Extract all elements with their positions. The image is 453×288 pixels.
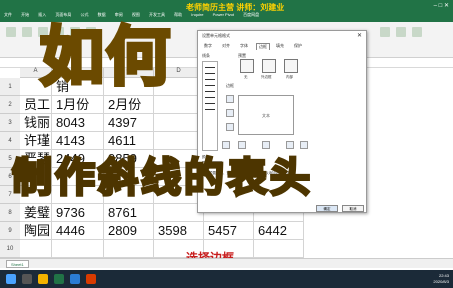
preset-none-button[interactable] bbox=[240, 59, 254, 73]
preset-outline-button[interactable] bbox=[262, 59, 276, 73]
window-controls[interactable]: – □ ✕ bbox=[434, 2, 449, 9]
table-cell[interactable]: 8761 bbox=[104, 204, 154, 222]
tab-number[interactable]: 数字 bbox=[202, 43, 214, 50]
preset-inside-label: 内部 bbox=[286, 75, 293, 79]
ribbon-tab[interactable]: 文件 bbox=[4, 12, 12, 18]
row-header[interactable]: 10 bbox=[0, 240, 20, 258]
table-cell[interactable] bbox=[52, 240, 104, 258]
tab-protection[interactable]: 保护 bbox=[292, 43, 304, 50]
font-icon[interactable] bbox=[22, 27, 32, 37]
table-cell[interactable]: 钱丽 bbox=[20, 114, 52, 132]
folder-icon[interactable] bbox=[38, 274, 48, 284]
clock-date: 2020/8/3 bbox=[433, 279, 449, 284]
table-cell[interactable]: 6442 bbox=[254, 222, 304, 240]
table-cell[interactable]: 4143 bbox=[52, 132, 104, 150]
search-icon[interactable] bbox=[22, 274, 32, 284]
table-cell[interactable]: 姜璧 bbox=[20, 204, 52, 222]
paste-icon[interactable] bbox=[6, 27, 16, 37]
table-cell[interactable]: 5457 bbox=[204, 222, 254, 240]
border-middle-button[interactable] bbox=[226, 109, 234, 117]
border-center-button[interactable] bbox=[262, 141, 270, 149]
border-diagonal-up-button[interactable] bbox=[222, 141, 230, 149]
dialog-title: 设置单元格格式 bbox=[202, 33, 230, 38]
ribbon-tab[interactable]: Power Pivot bbox=[213, 12, 234, 17]
tab-fill[interactable]: 填充 bbox=[274, 43, 286, 50]
table-cell[interactable]: 陶园 bbox=[20, 222, 52, 240]
cancel-button[interactable]: 取消 bbox=[342, 205, 364, 212]
preset-none-label: 无 bbox=[244, 75, 248, 79]
clock: 22:43 2020/8/3 bbox=[433, 273, 449, 285]
border-diagonal-down-button[interactable] bbox=[300, 141, 308, 149]
table-cell[interactable]: 4397 bbox=[104, 114, 154, 132]
table-cell[interactable]: 4611 bbox=[104, 132, 154, 150]
table-cell[interactable]: 3598 bbox=[154, 222, 204, 240]
excel-icon[interactable] bbox=[54, 274, 64, 284]
taskbar: 22:43 2020/8/3 bbox=[0, 270, 453, 288]
sum-icon[interactable] bbox=[412, 27, 422, 37]
border-preview[interactable]: 文本 bbox=[238, 95, 294, 135]
ribbon-tab[interactable]: 帮助 bbox=[174, 12, 182, 18]
line-label: 线条 bbox=[202, 53, 210, 58]
table-cell[interactable] bbox=[20, 240, 52, 258]
tab-font[interactable]: 字体 bbox=[238, 43, 250, 50]
border-right-button[interactable] bbox=[286, 141, 294, 149]
ribbon-tab[interactable]: 插入 bbox=[38, 12, 46, 18]
table-cell[interactable]: 2809 bbox=[104, 222, 154, 240]
table-cell[interactable]: 许瑾 bbox=[20, 132, 52, 150]
row-header[interactable]: 4 bbox=[0, 132, 20, 150]
table-cell[interactable]: 2月份 bbox=[104, 96, 154, 114]
border-label: 边框 bbox=[226, 83, 234, 88]
find-icon[interactable] bbox=[396, 27, 406, 37]
ribbon-tab[interactable]: Inquire bbox=[191, 12, 203, 17]
table-cell[interactable]: 1月份 bbox=[52, 96, 104, 114]
border-top-button[interactable] bbox=[226, 95, 234, 103]
row-header[interactable]: 1 bbox=[0, 78, 20, 96]
table-cell[interactable]: 4446 bbox=[52, 222, 104, 240]
table-cell[interactable] bbox=[254, 240, 304, 258]
row-header[interactable]: 2 bbox=[0, 96, 20, 114]
tab-alignment[interactable]: 对齐 bbox=[220, 43, 232, 50]
overlay-subtitle: 制作斜线的表头 bbox=[11, 155, 313, 202]
overlay-big-title: 如何 bbox=[38, 21, 172, 93]
table-cell[interactable]: 员工 bbox=[20, 96, 52, 114]
border-left-button[interactable] bbox=[238, 141, 246, 149]
start-icon[interactable] bbox=[6, 274, 16, 284]
sort-icon[interactable] bbox=[380, 27, 390, 37]
row-header[interactable]: 8 bbox=[0, 204, 20, 222]
preset-outline-label: 外边框 bbox=[261, 75, 272, 79]
preset-inside-button[interactable] bbox=[284, 59, 298, 73]
table-cell[interactable] bbox=[104, 240, 154, 258]
ribbon-tab[interactable]: 开发工具 bbox=[149, 12, 165, 18]
ribbon-tab[interactable]: 百度网盘 bbox=[243, 12, 259, 18]
ok-button[interactable]: 确定 bbox=[316, 205, 338, 212]
table-cell[interactable]: 9736 bbox=[52, 204, 104, 222]
row-header[interactable]: 9 bbox=[0, 222, 20, 240]
border-bottom-button[interactable] bbox=[226, 123, 234, 131]
close-icon[interactable]: ✕ bbox=[357, 32, 362, 39]
ribbon-tab[interactable]: 开始 bbox=[21, 12, 29, 18]
ribbon-tab[interactable]: 审阅 bbox=[115, 12, 123, 18]
table-cell[interactable]: 8043 bbox=[52, 114, 104, 132]
sheet-tab-bar: Sheet1 bbox=[0, 258, 453, 268]
row-header[interactable]: 3 bbox=[0, 114, 20, 132]
ribbon-tab[interactable]: 公式 bbox=[81, 12, 89, 18]
sheet-tab[interactable]: Sheet1 bbox=[6, 260, 29, 268]
ribbon-tab[interactable]: 视图 bbox=[132, 12, 140, 18]
tab-border[interactable]: 边框 bbox=[256, 43, 270, 50]
line-style-list[interactable] bbox=[202, 61, 218, 151]
app-icon[interactable] bbox=[86, 274, 96, 284]
ribbon-tab[interactable]: 页面布局 bbox=[55, 12, 71, 18]
browser-icon[interactable] bbox=[70, 274, 80, 284]
ribbon-tab[interactable]: 数据 bbox=[98, 12, 106, 18]
